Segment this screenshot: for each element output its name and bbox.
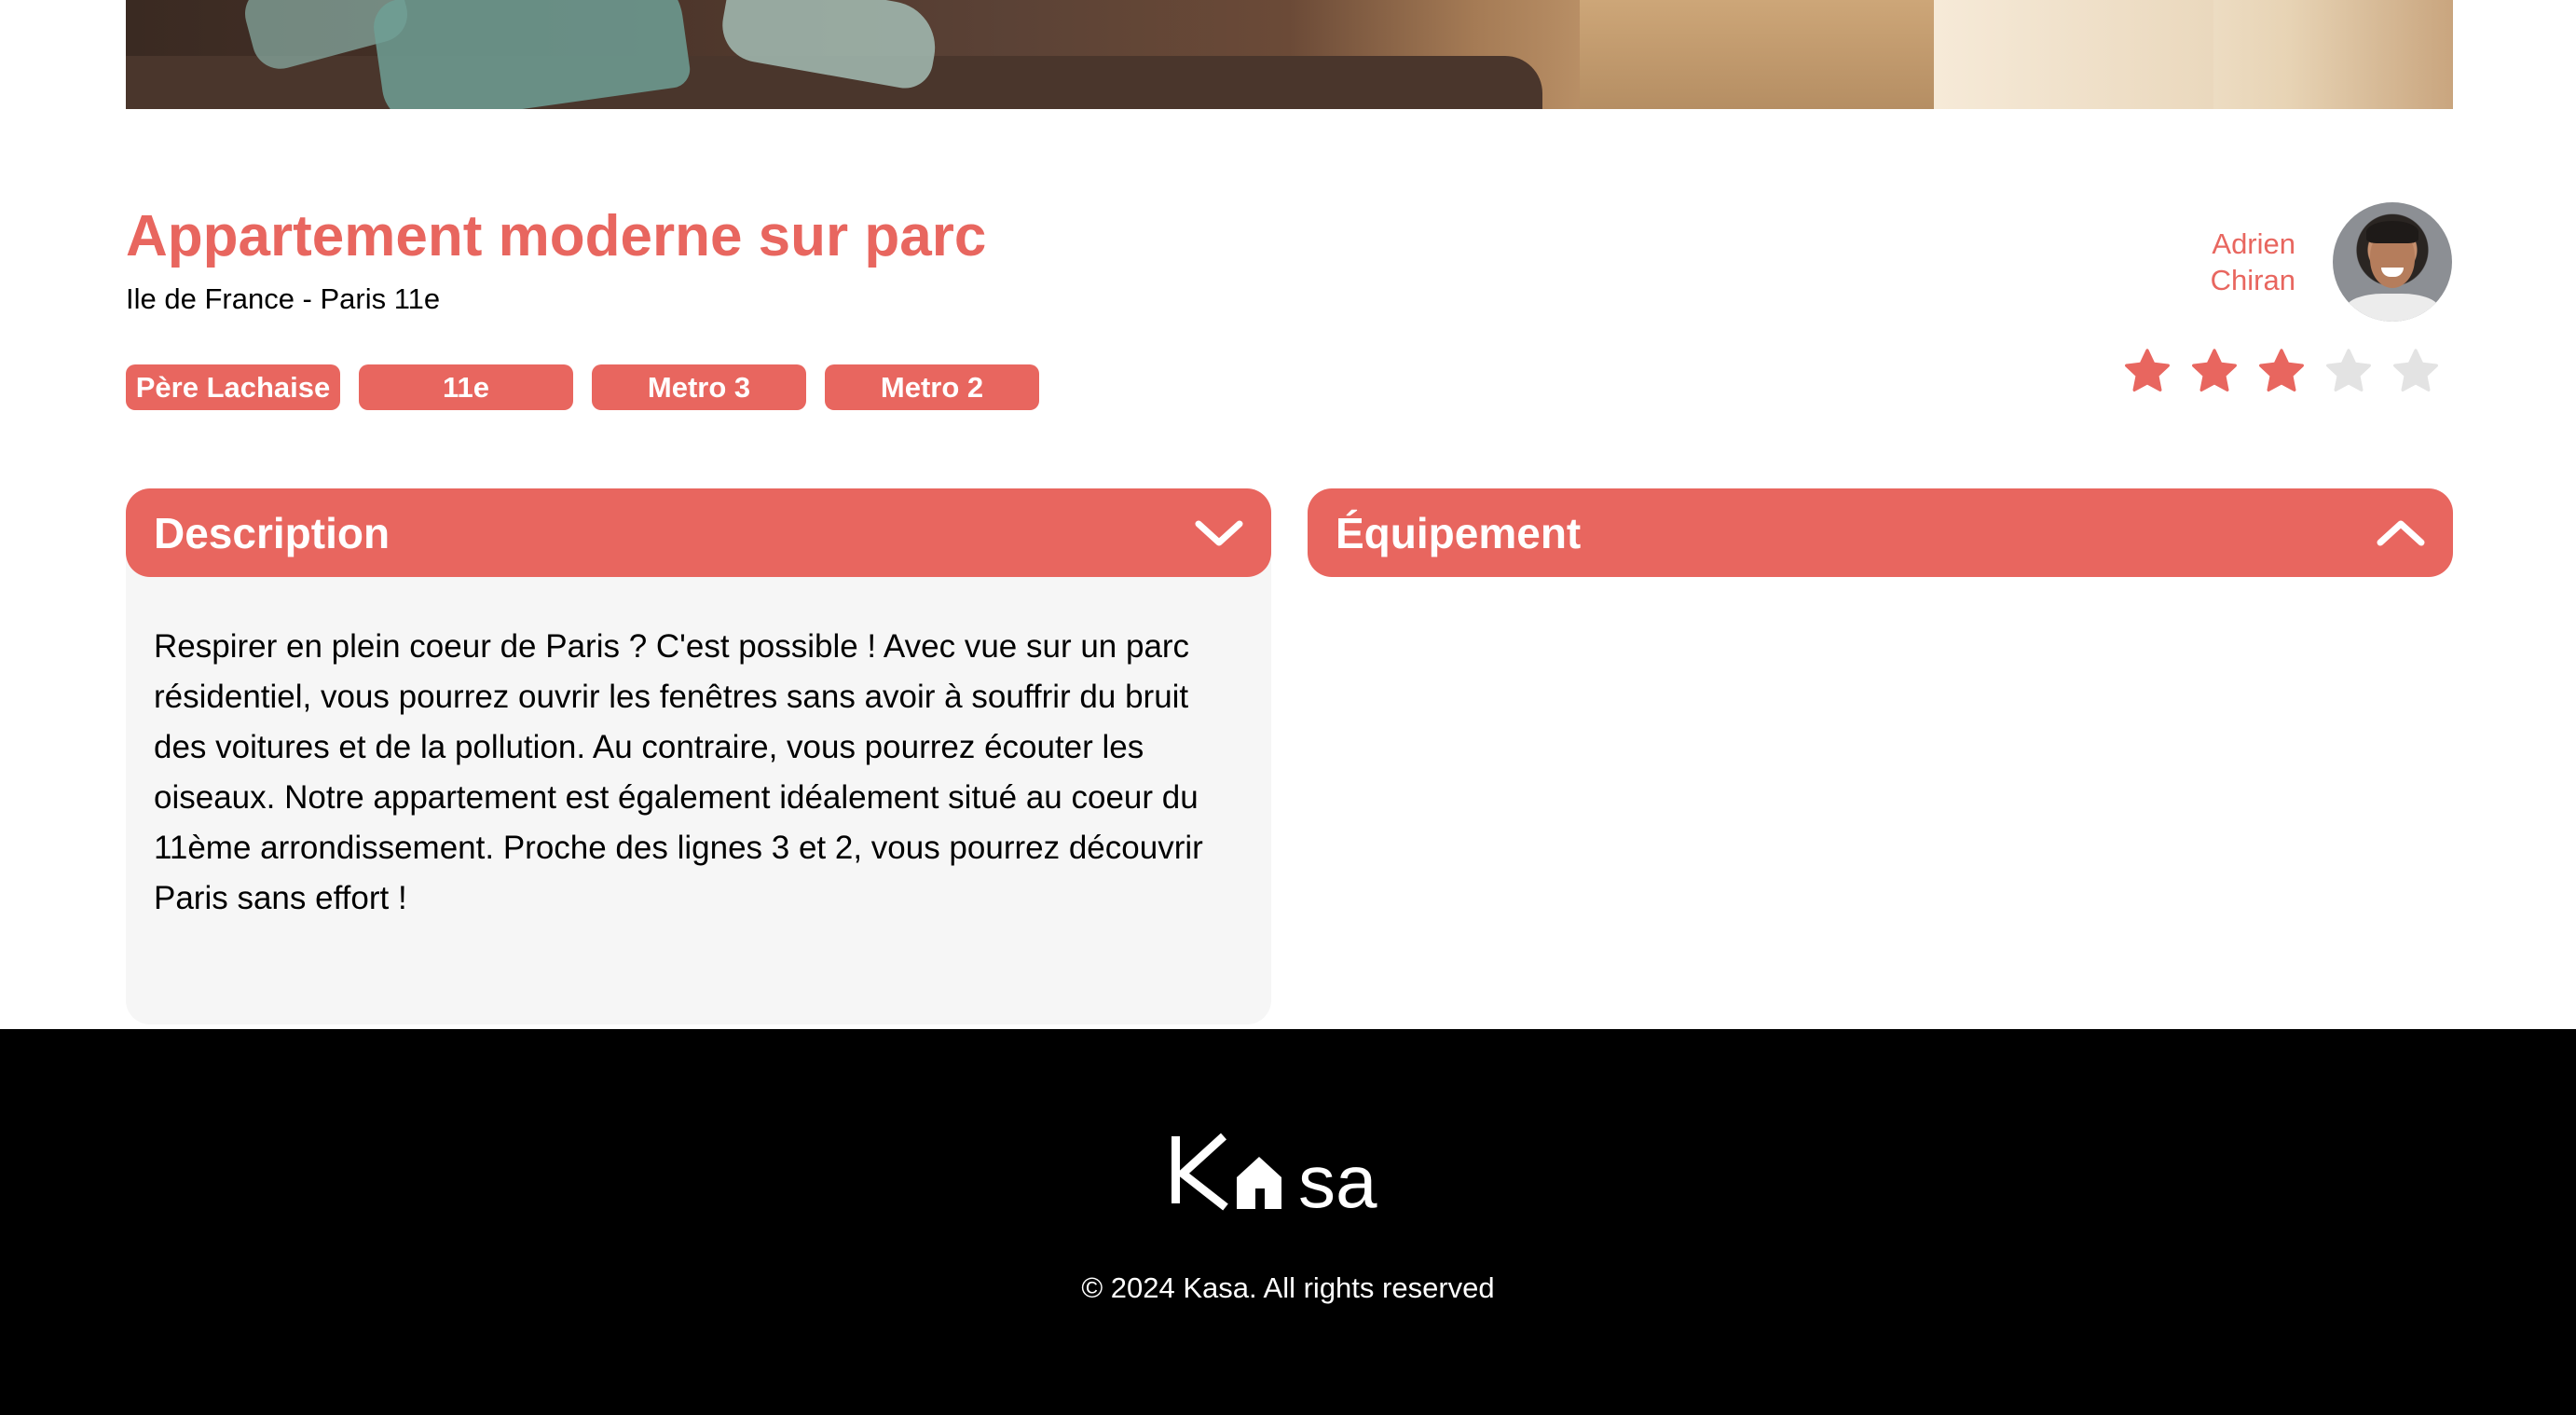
chevron-up-icon[interactable] xyxy=(2375,516,2427,550)
tag: Metro 3 xyxy=(592,364,806,410)
star-filled-icon xyxy=(2192,349,2237,392)
avatar-hair-shape xyxy=(2366,221,2418,243)
wood-wall-shape xyxy=(1580,0,1934,109)
copyright-text: © 2024 Kasa. All rights reserved xyxy=(1081,1271,1495,1304)
listing-photo-banner xyxy=(126,0,2453,109)
tag: Metro 2 xyxy=(825,364,1039,410)
tag: Père Lachaise xyxy=(126,364,340,410)
description-collapse: Description Respirer en plein coeur de P… xyxy=(126,488,1271,1024)
tag-list: Père Lachaise 11e Metro 3 Metro 2 xyxy=(126,364,1039,410)
description-title: Description xyxy=(154,508,391,557)
window-light-shape xyxy=(1934,0,2213,109)
equipment-title: Équipement xyxy=(1336,508,1582,557)
chevron-down-icon[interactable] xyxy=(1193,516,1245,550)
host-first-name: Adrien xyxy=(2212,227,2295,260)
equipment-collapse-header[interactable]: Équipement xyxy=(1308,488,2453,577)
equipment-collapse: Équipement xyxy=(1308,488,2453,577)
description-text: Respirer en plein coeur de Paris ? C'est… xyxy=(126,558,1271,1024)
rating-stars xyxy=(2123,347,2440,395)
star-filled-icon xyxy=(2259,349,2304,392)
description-collapse-header[interactable]: Description xyxy=(126,488,1271,577)
listing-location: Ile de France - Paris 11e xyxy=(126,282,441,315)
star-empty-icon xyxy=(2393,349,2438,392)
kasa-logo: sa xyxy=(1172,1133,1377,1211)
host-last-name: Chiran xyxy=(2210,264,2295,296)
tag: 11e xyxy=(359,364,573,410)
avatar-shirt-shape xyxy=(2346,294,2439,322)
star-filled-icon xyxy=(2125,349,2170,392)
logo-text: sa xyxy=(1298,1140,1377,1211)
listing-title: Appartement moderne sur parc xyxy=(126,204,987,268)
footer xyxy=(0,1029,2576,1415)
host-name: Adrien Chiran xyxy=(2211,226,2295,298)
host-avatar xyxy=(2333,202,2452,322)
star-empty-icon xyxy=(2326,349,2371,392)
